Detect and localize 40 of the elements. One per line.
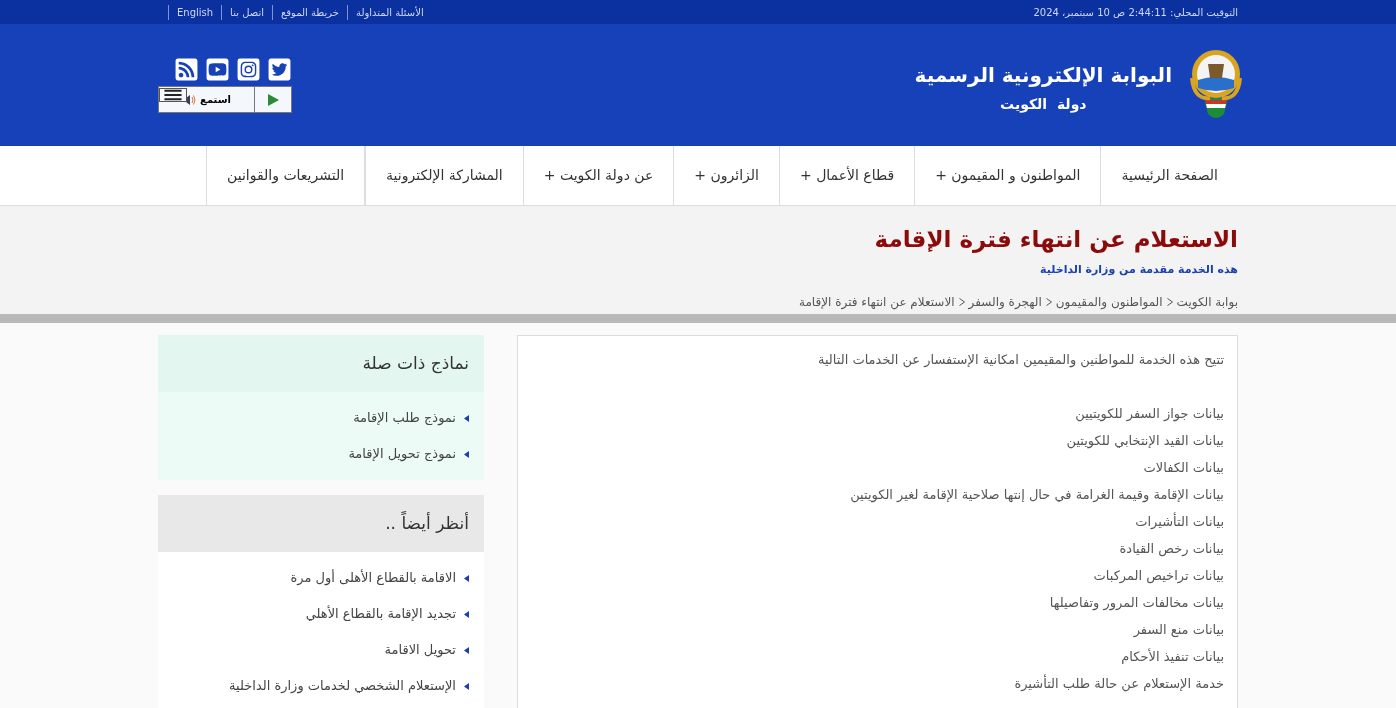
service-item: بيانات تنفيذ الأحكام <box>1121 647 1224 666</box>
sidebar-link[interactable]: الإستعلام الشخصي لخدمات وزارة الداخلية <box>229 676 456 696</box>
nav-item[interactable]: المواطنون و المقيمون + <box>914 146 1101 205</box>
service-item: بيانات رخص القيادة <box>1119 540 1224 559</box>
breadcrumb-link[interactable]: الهجرة والسفر <box>968 292 1042 311</box>
service-item: بيانات الكفالات <box>1143 459 1224 477</box>
top-link[interactable]: English <box>168 4 223 20</box>
top-link[interactable]: الأسئلة المتداولة <box>348 4 432 20</box>
service-item: بيانات التأشيرات <box>1135 511 1224 531</box>
sidebar-link[interactable]: تجديد الإقامة بالقطاع الأهلي <box>305 604 456 624</box>
portal-subtitle: دولة الكويت <box>1000 94 1087 115</box>
nav-item[interactable]: المشاركة الإلكترونية <box>365 146 523 205</box>
service-item: بيانات مخالفات المرور وتفاصيلها <box>1049 594 1224 613</box>
top-link[interactable]: اتصل بنا <box>222 4 273 20</box>
breadcrumb-link[interactable]: بوابة الكويت <box>1176 292 1238 311</box>
section-title: نماذج ذات صلة <box>362 351 469 376</box>
sidebar-link[interactable]: الاقامة بالقطاع الأهلى أول مرة <box>290 568 456 588</box>
service-item: خدمة الإستعلام عن حالة طلب التأشيرة <box>1014 673 1224 694</box>
service-item: بيانات القيد الإنتخابي للكويتين <box>1066 432 1224 451</box>
local-time: التوقيت المحلي: 2:44:11 ص 10 سبتمبر، 2024 <box>1033 5 1238 20</box>
service-item: بيانات جواز السفر للكويتيين <box>1075 405 1224 424</box>
nav-item[interactable]: الصفحة الرئيسية <box>1100 146 1238 205</box>
nav-item[interactable]: عن دولة الكويت + <box>522 146 674 205</box>
portal-title: البوابة الإلكترونية الرسمية <box>914 61 1172 89</box>
service-item: بيانات الإقامة وقيمة الغرامة في حال إنتها صلاحية الإقامة لغير الكويتين <box>850 486 1224 505</box>
nav-item[interactable]: التشريعات والقوانين <box>206 146 366 205</box>
breadcrumb-link[interactable]: الاستعلام عن انتهاء فترة الإقامة <box>799 292 955 311</box>
service-item: بيانات تراخيص المركبات <box>1093 567 1224 586</box>
page-title: الاستعلام عن انتهاء فترة الإقامة <box>874 225 1238 254</box>
top-link[interactable]: خريطة الموقع <box>272 4 349 20</box>
section-title: أنظر أيضاً .. <box>385 510 469 535</box>
nav-item[interactable]: الزائرون + <box>673 146 779 205</box>
sidebar-link[interactable]: تحويل الاقامة <box>384 640 456 660</box>
sidebar-link[interactable]: نموذج طلب الإقامة <box>353 408 456 428</box>
breadcrumb-link[interactable]: المواطنون والمقيمون <box>1055 292 1163 311</box>
sidebar-link[interactable]: نموذج تحويل الإقامة <box>348 444 456 464</box>
nav-item[interactable]: قطاع الأعمال + <box>778 146 915 205</box>
service-item: بيانات منع السفر <box>1133 621 1224 640</box>
intro-text: تتيح هذه الخدمة للمواطنين والمقيمين امكانية الإستفسار عن الخدمات التالية <box>817 351 1224 370</box>
service-provider: هذه الخدمة مقدمة من وزارة الداخلية <box>1040 262 1238 278</box>
